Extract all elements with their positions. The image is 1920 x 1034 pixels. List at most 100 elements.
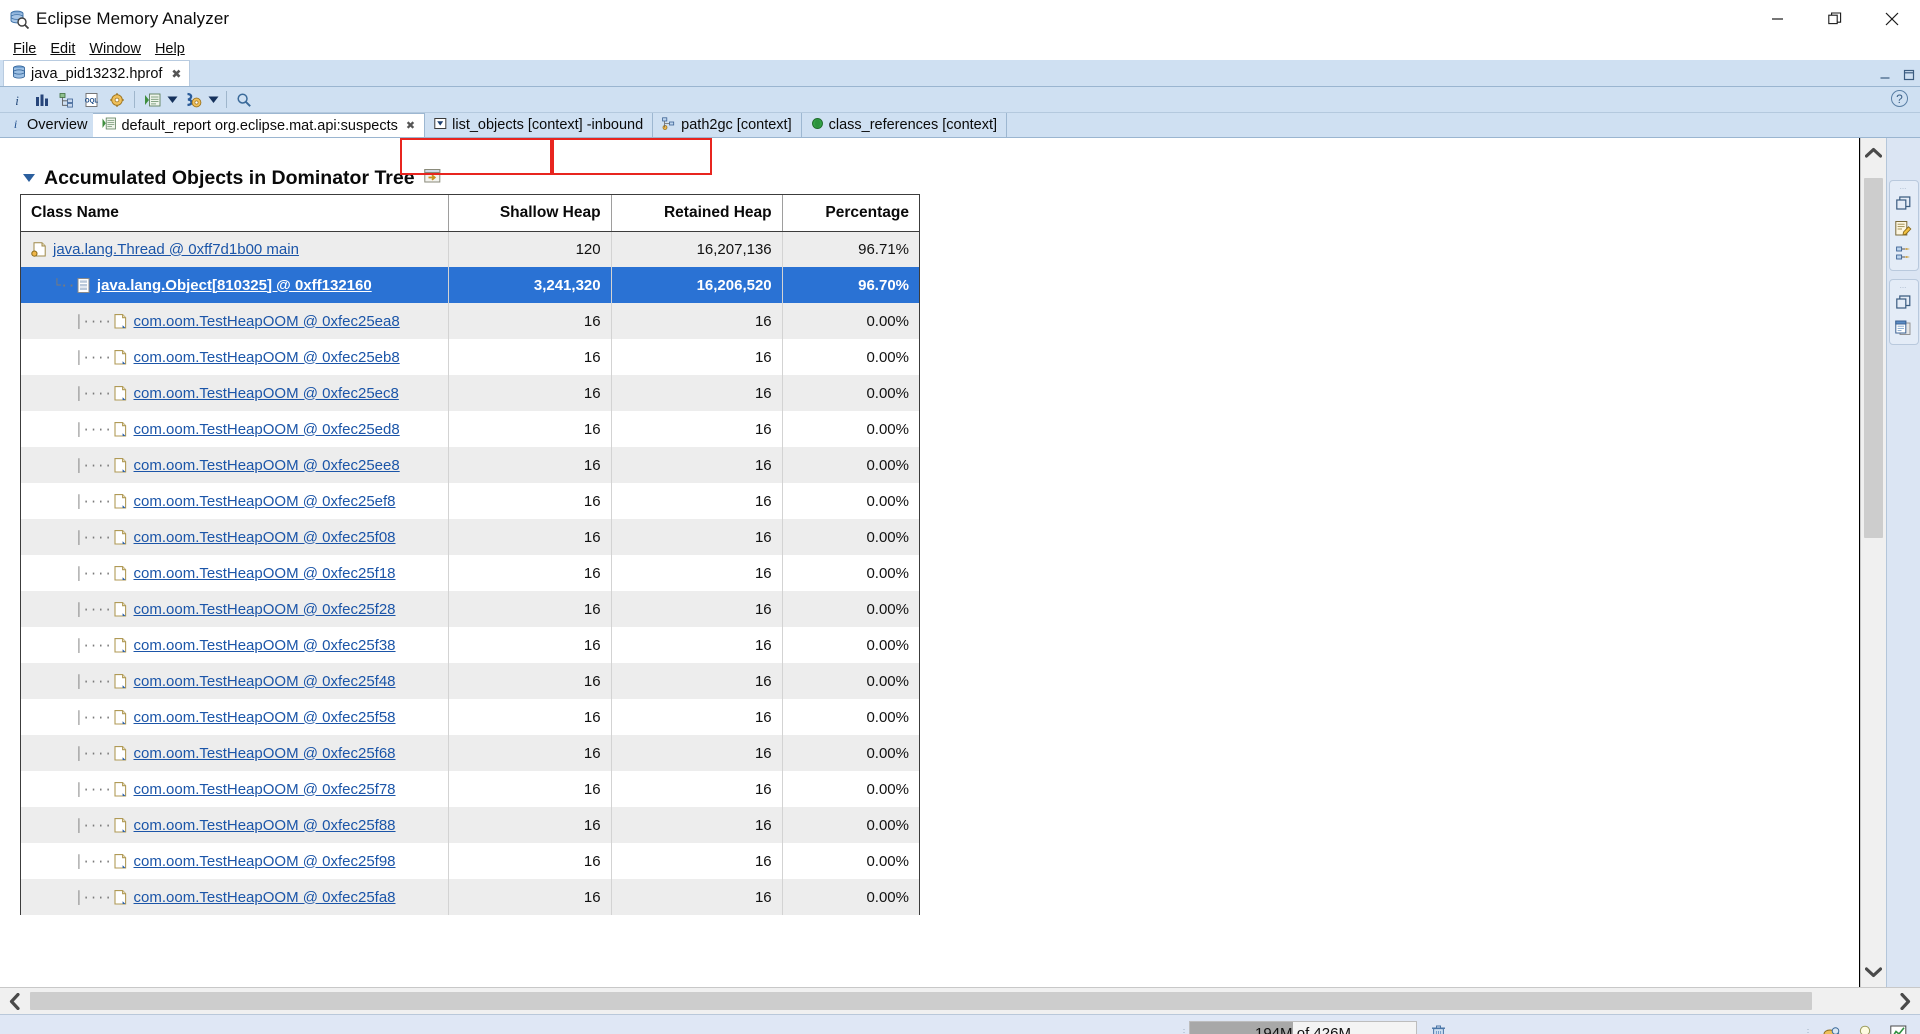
- minimize-icon[interactable]: [1749, 0, 1806, 37]
- oql-icon[interactable]: OQL: [80, 89, 104, 111]
- cell-class-name[interactable]: │···· com.oom.TestHeapOOM @ 0xfec25f18: [21, 555, 450, 591]
- restore-icon[interactable]: [1806, 0, 1863, 37]
- object-link[interactable]: com.oom.TestHeapOOM @ 0xfec25f28: [134, 601, 396, 618]
- cell-class-name[interactable]: │···· com.oom.TestHeapOOM @ 0xfec25f38: [21, 627, 450, 663]
- cell-class-name[interactable]: │···· com.oom.TestHeapOOM @ 0xfec25f88: [21, 807, 450, 843]
- tab-class-references[interactable]: class_references [context]: [802, 113, 1008, 137]
- table-row[interactable]: │···· com.oom.TestHeapOOM @ 0xfec25eb8 16 1…: [21, 339, 919, 375]
- run-expert-report-icon[interactable]: [140, 89, 164, 111]
- cell-class-name[interactable]: │···· com.oom.TestHeapOOM @ 0xfec25ef8: [21, 483, 450, 519]
- table-row[interactable]: │···· com.oom.TestHeapOOM @ 0xfec25f08 16 1…: [21, 519, 919, 555]
- column-header-percentage[interactable]: Percentage: [782, 195, 919, 232]
- close-icon[interactable]: ✖: [171, 67, 181, 81]
- help-icon[interactable]: ?: [1891, 90, 1908, 107]
- tab-default-report[interactable]: default_report org.eclipse.mat.api:suspe…: [93, 113, 426, 137]
- close-icon[interactable]: ✖: [406, 119, 415, 132]
- query-browser-dropdown-icon[interactable]: [206, 89, 221, 111]
- run-expert-report-dropdown-icon[interactable]: [165, 89, 180, 111]
- object-link[interactable]: com.oom.TestHeapOOM @ 0xfec25f18: [134, 565, 396, 582]
- cell-class-name[interactable]: │···· com.oom.TestHeapOOM @ 0xfec25ec8: [21, 375, 450, 411]
- info-icon[interactable]: i: [5, 89, 29, 111]
- rail-grip[interactable]: …: [1900, 184, 1908, 191]
- cell-class-name[interactable]: │···· com.oom.TestHeapOOM @ 0xfec25ea8: [21, 303, 450, 339]
- calculate-retained-size-icon[interactable]: [105, 89, 129, 111]
- object-link[interactable]: com.oom.TestHeapOOM @ 0xfec25f48: [134, 673, 396, 690]
- table-row[interactable]: │···· com.oom.TestHeapOOM @ 0xfec25f38 16 1…: [21, 627, 919, 663]
- scroll-down-icon[interactable]: [1865, 957, 1882, 987]
- rail-grip-2[interactable]: …: [1900, 283, 1908, 290]
- open-in-new-view-icon[interactable]: [423, 168, 441, 189]
- cell-class-name[interactable]: │···· com.oom.TestHeapOOM @ 0xfec25f58: [21, 699, 450, 735]
- table-row[interactable]: │···· com.oom.TestHeapOOM @ 0xfec25ef8 16 1…: [21, 483, 919, 519]
- object-link[interactable]: com.oom.TestHeapOOM @ 0xfec25f38: [134, 637, 396, 654]
- table-row[interactable]: │···· com.oom.TestHeapOOM @ 0xfec25ec8 16 1…: [21, 375, 919, 411]
- object-link[interactable]: com.oom.TestHeapOOM @ 0xfec25ed8: [134, 421, 400, 438]
- close-icon[interactable]: [1863, 0, 1920, 37]
- heap-usage-bar[interactable]: 194M of 426M: [1189, 1021, 1417, 1034]
- chevron-down-icon[interactable]: [23, 174, 35, 182]
- editor-tab-heapdump[interactable]: java_pid13232.hprof ✖: [3, 60, 191, 86]
- table-row[interactable]: │···· com.oom.TestHeapOOM @ 0xfec25f28 16 1…: [21, 591, 919, 627]
- histogram-icon[interactable]: [30, 89, 54, 111]
- tab-overview[interactable]: i Overview: [0, 113, 94, 137]
- table-row[interactable]: │···· com.oom.TestHeapOOM @ 0xfec25f98 16 1…: [21, 843, 919, 879]
- search-icon[interactable]: [232, 89, 256, 111]
- table-row[interactable]: │···· com.oom.TestHeapOOM @ 0xfec25f68 16 1…: [21, 735, 919, 771]
- restore-view-icon[interactable]: [1891, 290, 1917, 315]
- menu-help[interactable]: Help: [150, 40, 190, 58]
- cell-class-name[interactable]: │···· com.oom.TestHeapOOM @ 0xfec25eb8: [21, 339, 450, 375]
- dominator-tree-icon[interactable]: [55, 89, 79, 111]
- restore-view-icon[interactable]: [1891, 191, 1917, 216]
- query-browser-icon[interactable]: [181, 89, 205, 111]
- object-link[interactable]: com.oom.TestHeapOOM @ 0xfec25ee8: [134, 457, 400, 474]
- scroll-left-icon[interactable]: [0, 992, 30, 1010]
- object-link[interactable]: com.oom.TestHeapOOM @ 0xfec25f78: [134, 781, 396, 798]
- inspector-icon[interactable]: [1818, 1021, 1846, 1034]
- menu-file[interactable]: File: [8, 40, 41, 58]
- table-row[interactable]: │···· com.oom.TestHeapOOM @ 0xfec25f48 16 1…: [21, 663, 919, 699]
- scroll-up-icon[interactable]: [1865, 138, 1882, 168]
- scroll-right-icon[interactable]: [1890, 992, 1920, 1010]
- vertical-scroll-thumb[interactable]: [1864, 178, 1883, 538]
- object-link[interactable]: com.oom.TestHeapOOM @ 0xfec25f68: [134, 745, 396, 762]
- cell-class-name[interactable]: │···· com.oom.TestHeapOOM @ 0xfec25f28: [21, 591, 450, 627]
- table-row[interactable]: │···· com.oom.TestHeapOOM @ 0xfec25ee8 16 1…: [21, 447, 919, 483]
- table-row[interactable]: │···· com.oom.TestHeapOOM @ 0xfec25ed8 16 1…: [21, 411, 919, 447]
- menu-window[interactable]: Window: [84, 40, 146, 58]
- object-link[interactable]: java.lang.Object[810325] @ 0xff132160: [97, 277, 372, 294]
- cell-class-name[interactable]: │···· com.oom.TestHeapOOM @ 0xfec25ee8: [21, 447, 450, 483]
- object-link[interactable]: com.oom.TestHeapOOM @ 0xfec25f98: [134, 853, 396, 870]
- minimize-part-icon[interactable]: [1878, 68, 1892, 82]
- object-link[interactable]: com.oom.TestHeapOOM @ 0xfec25ef8: [134, 493, 396, 510]
- hint-icon[interactable]: [1851, 1021, 1879, 1034]
- tab-path2gc[interactable]: path2gc [context]: [653, 113, 802, 137]
- table-row[interactable]: │···· com.oom.TestHeapOOM @ 0xfec25f78 16 1…: [21, 771, 919, 807]
- table-row[interactable]: │···· com.oom.TestHeapOOM @ 0xfec25f18 16 1…: [21, 555, 919, 591]
- tab-list-objects[interactable]: list_objects [context] -inbound: [425, 113, 654, 137]
- maximize-part-icon[interactable]: [1902, 68, 1916, 82]
- cell-class-name[interactable]: │···· com.oom.TestHeapOOM @ 0xfec25f68: [21, 735, 450, 771]
- object-link[interactable]: java.lang.Thread @ 0xff7d1b00 main: [53, 241, 299, 258]
- cell-class-name[interactable]: │···· com.oom.TestHeapOOM @ 0xfec25ed8: [21, 411, 450, 447]
- cell-class-name[interactable]: │···· com.oom.TestHeapOOM @ 0xfec25fa8: [21, 879, 450, 915]
- column-header-retained-heap[interactable]: Retained Heap: [611, 195, 783, 232]
- column-header-shallow-heap[interactable]: Shallow Heap: [448, 195, 612, 232]
- object-link[interactable]: com.oom.TestHeapOOM @ 0xfec25ec8: [134, 385, 399, 402]
- cell-class-name[interactable]: │···· com.oom.TestHeapOOM @ 0xfec25f78: [21, 771, 450, 807]
- object-link[interactable]: com.oom.TestHeapOOM @ 0xfec25f08: [134, 529, 396, 546]
- horizontal-scrollbar[interactable]: [0, 987, 1920, 1014]
- object-link[interactable]: com.oom.TestHeapOOM @ 0xfec25fa8: [134, 889, 396, 906]
- object-link[interactable]: com.oom.TestHeapOOM @ 0xfec25f88: [134, 817, 396, 834]
- trash-icon[interactable]: [1423, 1021, 1453, 1034]
- object-link[interactable]: com.oom.TestHeapOOM @ 0xfec25eb8: [134, 349, 400, 366]
- table-row[interactable]: java.lang.Thread @ 0xff7d1b00 main 120 16,…: [21, 231, 919, 267]
- table-row[interactable]: │···· com.oom.TestHeapOOM @ 0xfec25ea8 16 1…: [21, 303, 919, 339]
- table-row[interactable]: │···· com.oom.TestHeapOOM @ 0xfec25f58 16 1…: [21, 699, 919, 735]
- edit-report-icon[interactable]: [1891, 216, 1917, 241]
- table-row[interactable]: └·· java.lang.Object[810325] @ 0xff132160…: [21, 267, 919, 303]
- table-row[interactable]: │···· com.oom.TestHeapOOM @ 0xfec25fa8 16 1…: [21, 879, 919, 915]
- cell-class-name[interactable]: java.lang.Thread @ 0xff7d1b00 main: [21, 231, 450, 267]
- horizontal-scroll-track[interactable]: [30, 988, 1890, 1014]
- hierarchy-icon[interactable]: [1891, 241, 1917, 266]
- object-link[interactable]: com.oom.TestHeapOOM @ 0xfec25f58: [134, 709, 396, 726]
